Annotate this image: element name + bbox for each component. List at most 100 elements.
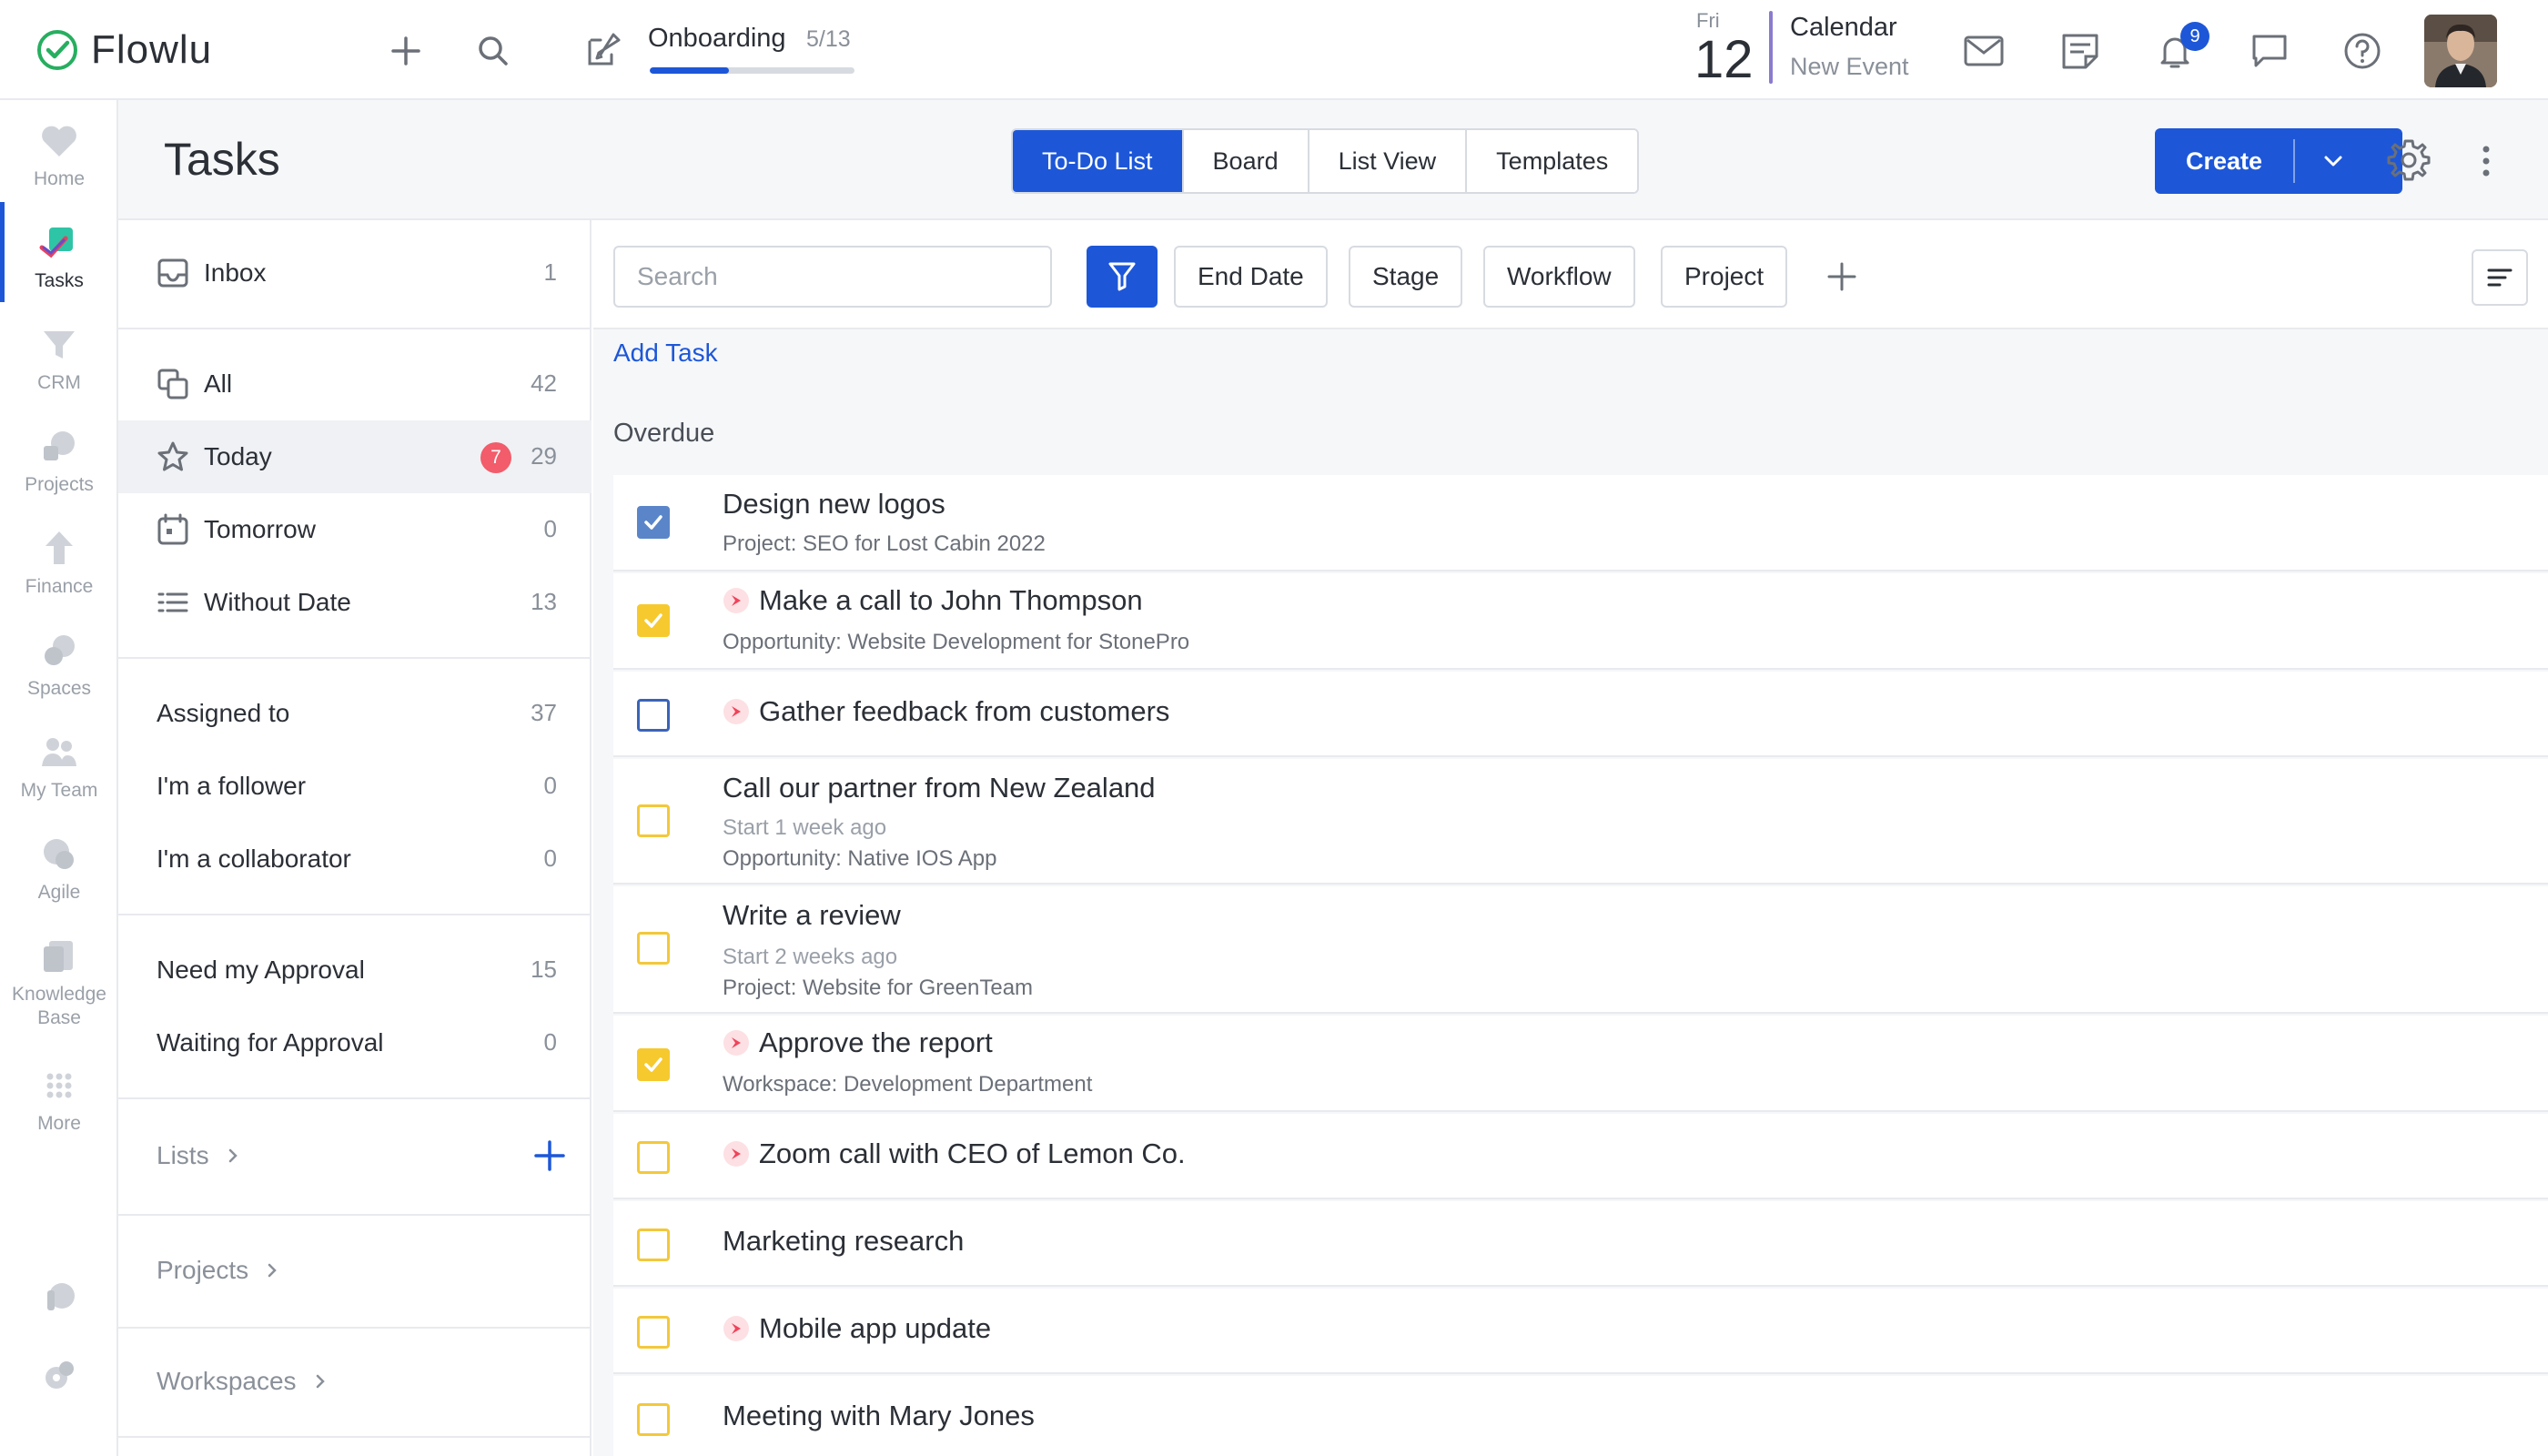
filter-follower[interactable]: I'm a follower 0 — [118, 750, 592, 823]
task-checkbox[interactable] — [637, 1316, 670, 1349]
task-row[interactable]: Make a call to John Thompson Opportunity… — [613, 573, 2548, 670]
rail-item-finance[interactable]: Finance — [0, 526, 118, 626]
filter-assigned-to[interactable]: Assigned to 37 — [118, 677, 592, 750]
calendar-day-number[interactable]: 12 — [1694, 29, 1754, 90]
onboarding-title[interactable]: Onboarding — [648, 24, 786, 54]
onboarding-button[interactable] — [582, 27, 622, 67]
task-checkbox[interactable] — [637, 604, 670, 637]
task-checkbox[interactable] — [637, 932, 670, 965]
calendar-divider — [1769, 11, 1773, 84]
filter-all[interactable]: All 42 — [118, 348, 592, 420]
task-context[interactable]: Project: SEO for Lost Cabin 2022 — [723, 531, 1046, 557]
notes-button[interactable] — [2058, 31, 2098, 71]
rail-item-crm[interactable]: CRM — [0, 322, 118, 422]
task-title[interactable]: Call our partner from New Zealand — [723, 772, 1156, 804]
quick-add-button[interactable] — [386, 31, 426, 71]
filter-tomorrow[interactable]: Tomorrow 0 — [118, 493, 592, 566]
rail-item-my-team[interactable]: My Team — [0, 730, 118, 830]
create-button[interactable]: Create — [2155, 128, 2402, 194]
rail-item-settings[interactable] — [0, 1352, 118, 1416]
search-input[interactable] — [613, 246, 1052, 308]
rail-item-more[interactable]: More — [0, 1063, 118, 1163]
chip-project[interactable]: Project — [1661, 246, 1788, 308]
task-title[interactable]: Approve the report — [723, 1026, 993, 1059]
rail-item-agile[interactable]: Agile — [0, 832, 118, 932]
chip-workflow[interactable]: Workflow — [1483, 246, 1635, 308]
chevron-right-icon — [268, 1263, 277, 1278]
task-checkbox[interactable] — [637, 699, 670, 732]
rail-item-apps[interactable] — [0, 1274, 118, 1338]
task-title[interactable]: Write a review — [723, 899, 901, 932]
rail-item-knowledge-base[interactable]: Knowledge Base — [0, 934, 118, 1061]
task-row[interactable]: Write a review Start 2 weeks ago Project… — [613, 886, 2548, 1014]
calendar-title[interactable]: Calendar — [1790, 13, 1897, 43]
help-button[interactable] — [2342, 31, 2382, 71]
task-checkbox[interactable] — [637, 506, 670, 539]
task-title[interactable]: Meeting with Mary Jones — [723, 1400, 1035, 1432]
priority-icon — [723, 1141, 749, 1167]
mail-icon — [1964, 35, 2004, 66]
finance-icon — [46, 531, 73, 564]
add-list-button[interactable] — [531, 1138, 568, 1174]
calendar-new-event[interactable]: New Event — [1790, 53, 1909, 81]
filter-collaborator[interactable]: I'm a collaborator 0 — [118, 823, 592, 895]
task-title[interactable]: Zoom call with CEO of Lemon Co. — [723, 1138, 1186, 1170]
rail-item-spaces[interactable]: Spaces — [0, 628, 118, 728]
task-checkbox[interactable] — [637, 1048, 670, 1081]
rail-item-projects[interactable]: Projects — [0, 424, 118, 524]
filter-button[interactable] — [1087, 246, 1158, 308]
filter-today[interactable]: Today 7 29 — [118, 420, 592, 493]
task-checkbox[interactable] — [637, 1228, 670, 1261]
section-lists[interactable]: Lists — [157, 1141, 242, 1170]
filter-label: Inbox — [204, 258, 267, 287]
flowlu-logo[interactable]: Flowlu — [35, 27, 212, 73]
task-title[interactable]: Marketing research — [723, 1225, 964, 1258]
more-options-button[interactable] — [2475, 136, 2497, 186]
task-row[interactable]: Zoom call with CEO of Lemon Co. — [613, 1114, 2548, 1199]
task-row[interactable]: Approve the report Workspace: Developmen… — [613, 1016, 2548, 1112]
tab-templates[interactable]: Templates — [1467, 130, 1638, 192]
filter-without-date[interactable]: Without Date 13 — [118, 566, 592, 639]
task-title[interactable]: Mobile app update — [723, 1312, 991, 1345]
task-checkbox[interactable] — [637, 1403, 670, 1436]
filter-label: Assigned to — [157, 699, 290, 727]
rail-item-home[interactable]: Home — [0, 118, 118, 218]
tab-todo-list[interactable]: To-Do List — [1013, 130, 1184, 192]
chevron-down-icon[interactable] — [2313, 141, 2353, 181]
task-row[interactable]: Gather feedback from customers — [613, 672, 2548, 757]
section-projects[interactable]: Projects — [157, 1256, 281, 1285]
section-workspaces[interactable]: Workspaces — [157, 1367, 329, 1396]
task-title[interactable]: Design new logos — [723, 488, 945, 521]
filter-count: 13 — [531, 588, 557, 615]
task-row[interactable]: Mobile app update — [613, 1289, 2548, 1374]
sort-button[interactable] — [2472, 249, 2528, 306]
task-row[interactable]: Marketing research — [613, 1201, 2548, 1287]
task-title[interactable]: Make a call to John Thompson — [723, 584, 1143, 617]
task-checkbox[interactable] — [637, 804, 670, 837]
task-title[interactable]: Gather feedback from customers — [723, 695, 1169, 728]
filter-waiting-approval[interactable]: Waiting for Approval 0 — [118, 1006, 592, 1079]
add-task-link[interactable]: Add Task — [613, 339, 718, 368]
tab-board[interactable]: Board — [1183, 130, 1309, 192]
task-context[interactable]: Workspace: Development Department — [723, 1072, 1092, 1097]
rail-item-tasks[interactable]: Tasks — [0, 220, 118, 320]
user-avatar[interactable] — [2424, 15, 2497, 87]
chip-end-date[interactable]: End Date — [1174, 246, 1328, 308]
task-row[interactable]: Call our partner from New Zealand Start … — [613, 759, 2548, 885]
mail-button[interactable] — [1962, 31, 2004, 71]
global-search-button[interactable] — [473, 31, 513, 71]
chip-stage[interactable]: Stage — [1349, 246, 1463, 308]
task-row[interactable]: Design new logos Project: SEO for Lost C… — [613, 475, 2548, 571]
chat-button[interactable] — [2250, 31, 2290, 71]
task-context[interactable]: Project: Website for GreenTeam — [723, 976, 1033, 1001]
logo-check-icon — [37, 30, 77, 70]
task-context[interactable]: Opportunity: Website Development for Sto… — [723, 630, 1189, 655]
task-context[interactable]: Opportunity: Native IOS App — [723, 846, 997, 872]
settings-button[interactable] — [2384, 136, 2433, 185]
task-checkbox[interactable] — [637, 1141, 670, 1174]
add-filter-button[interactable] — [1820, 255, 1864, 298]
tab-list-view[interactable]: List View — [1309, 130, 1468, 192]
task-row[interactable]: Meeting with Mary Jones — [613, 1376, 2548, 1456]
filter-inbox[interactable]: Inbox 1 — [118, 237, 592, 309]
filter-need-approval[interactable]: Need my Approval 15 — [118, 934, 592, 1006]
